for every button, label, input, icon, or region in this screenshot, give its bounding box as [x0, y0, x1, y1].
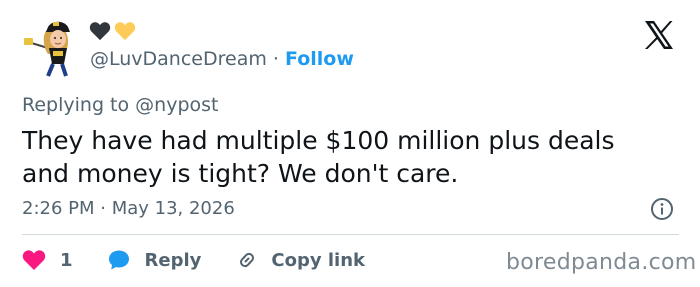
author-handle[interactable]: @LuvDanceDream	[90, 48, 267, 70]
display-name[interactable]	[89, 21, 136, 41]
separator-dot: ·	[272, 48, 279, 70]
tweet-card: @LuvDanceDream · Follow Replying to @nyp…	[0, 0, 700, 287]
copy-link-button[interactable]: Copy link	[235, 248, 365, 272]
avatar[interactable]	[22, 18, 82, 78]
timestamp[interactable]: 2:26 PM · May 13, 2026	[22, 197, 235, 221]
action-bar: 1 Reply Copy link	[22, 246, 365, 274]
tweet-text: They have had multiple $100 million plus…	[22, 124, 672, 190]
yellow-heart-icon	[114, 22, 136, 41]
reply-label: Reply	[144, 249, 202, 271]
watermark: boredpanda.com	[506, 250, 697, 275]
like-button[interactable]: 1	[22, 249, 107, 271]
heart-icon	[22, 250, 46, 270]
info-icon[interactable]	[650, 197, 674, 221]
reply-button[interactable]: Reply	[107, 248, 236, 272]
divider	[22, 234, 679, 235]
link-icon	[240, 252, 255, 268]
black-heart-icon	[89, 22, 111, 41]
tweet-line: and money is tight? We don't care.	[22, 159, 459, 188]
x-logo-icon[interactable]	[643, 20, 675, 50]
like-count: 1	[60, 249, 73, 271]
replying-to[interactable]: Replying to @nypost	[22, 93, 218, 117]
copy-link-label: Copy link	[271, 249, 365, 271]
tweet-line: They have had multiple $100 million plus…	[22, 126, 615, 155]
follow-button[interactable]: Follow	[285, 48, 354, 70]
author-row: @LuvDanceDream · Follow	[90, 47, 354, 71]
reply-bubble-icon	[108, 250, 129, 270]
